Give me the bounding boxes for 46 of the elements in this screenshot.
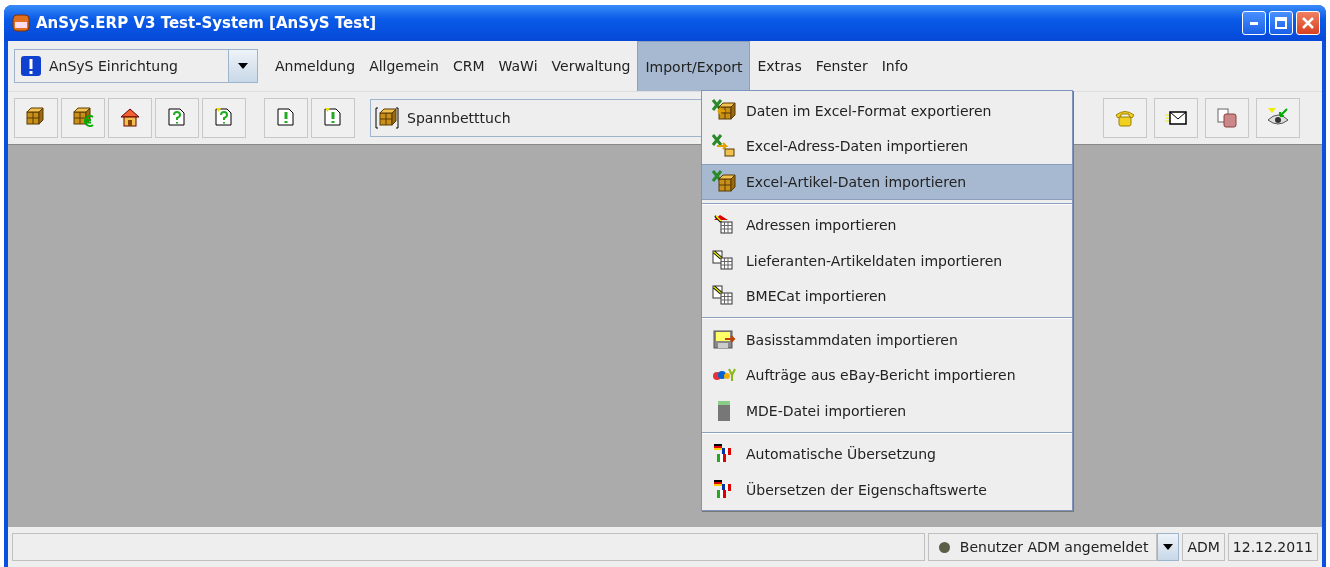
menu-item[interactable]: Aufträge aus eBay-Bericht importieren	[702, 357, 1072, 393]
minimize-button[interactable]	[1242, 11, 1266, 35]
toolbar-button[interactable]	[14, 98, 58, 138]
minimize-icon	[1250, 21, 1258, 25]
menu-item[interactable]: Info	[874, 41, 916, 91]
menu-item[interactable]: Allgemein	[362, 41, 446, 91]
menu-item[interactable]: Automatische Übersetzung	[702, 436, 1072, 472]
date-field: 12.12.2011	[1227, 533, 1318, 561]
spreadsheet-export-icon	[712, 98, 736, 123]
menu-item[interactable]: Basisstammdaten importieren	[702, 322, 1072, 358]
menu-item[interactable]: WaWi	[491, 41, 545, 91]
maximize-button[interactable]	[1269, 11, 1293, 35]
menu-item[interactable]: Excel-Artikel-Daten importieren	[702, 164, 1072, 200]
dropdown-button[interactable]	[1157, 533, 1180, 561]
maximize-icon	[1275, 17, 1287, 29]
menu-item[interactable]: Anmeldung	[268, 41, 363, 91]
menu-item[interactable]: Lieferanten-Artikeldaten importieren	[702, 243, 1072, 279]
menu-item[interactable]: Übersetzen der Eigenschaftswerte	[702, 472, 1072, 508]
menu-item[interactable]: Adressen importieren	[702, 207, 1072, 243]
spreadsheet-import-icon	[712, 134, 736, 159]
user-field: ADM	[1182, 533, 1225, 561]
status-text: Benutzer ADM angemeldet	[959, 539, 1149, 555]
cube-icon	[375, 106, 399, 130]
house-icon	[118, 106, 142, 130]
menu-item[interactable]: Import/Export	[637, 41, 751, 91]
menu-item[interactable]: Verwaltung	[544, 41, 638, 91]
module-selector[interactable]: AnSyS Einrichtung	[14, 49, 258, 83]
spreadsheet-import-icon	[712, 169, 736, 194]
close-icon	[1302, 17, 1314, 29]
window-title: AnSyS.ERP V3 Test-System [AnSyS Test]	[36, 14, 378, 32]
menu-item[interactable]: CRM	[446, 41, 492, 91]
exclamation-icon	[21, 56, 41, 76]
dropdown-arrow-icon	[238, 63, 248, 69]
toolbar-button[interactable]	[61, 98, 105, 138]
documents-icon	[1215, 106, 1239, 130]
menu-item[interactable]: MDE-Datei importieren	[702, 393, 1072, 429]
close-button[interactable]	[1296, 11, 1320, 35]
dropdown-arrow-icon	[1163, 544, 1174, 550]
table-import-icon	[712, 248, 736, 273]
menu-item[interactable]: Extras	[750, 41, 809, 91]
toolbar-button[interactable]	[1154, 98, 1198, 138]
menu-item[interactable]: Fenster	[808, 41, 875, 91]
cube-price-icon	[71, 106, 95, 130]
app-icon	[12, 14, 30, 32]
menu-item[interactable]: BMECat importieren	[702, 278, 1072, 314]
toolbar-button[interactable]	[108, 98, 152, 138]
